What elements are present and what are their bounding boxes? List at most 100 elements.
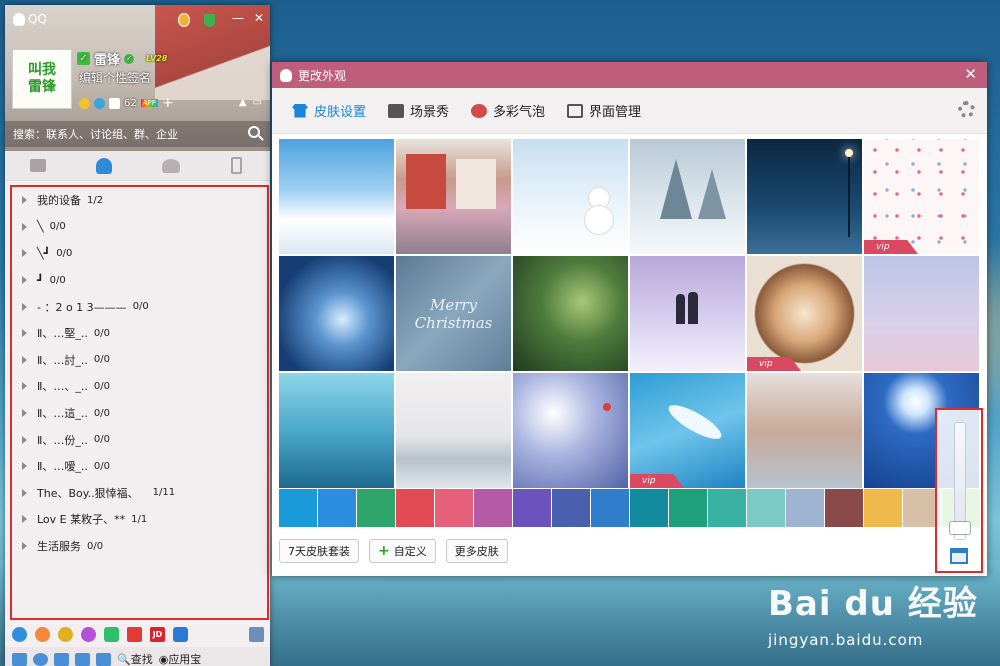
color-swatch[interactable] — [630, 489, 668, 527]
gear-icon[interactable] — [958, 101, 975, 118]
file-icon[interactable] — [75, 652, 90, 666]
medal-icon[interactable] — [178, 13, 190, 27]
friend-group[interactable]: 生活服务 0/0 — [12, 533, 267, 560]
star-icon[interactable] — [79, 97, 90, 109]
watermark-brand: Bai du 经验 — [768, 584, 978, 624]
skin-coffee-latte[interactable]: vip — [747, 256, 862, 371]
slider-handle[interactable] — [949, 521, 971, 536]
skin-blue-branches[interactable] — [279, 373, 394, 488]
tab-scene-show[interactable]: 场景秀 — [388, 101, 449, 120]
color-swatch[interactable] — [708, 489, 746, 527]
mail-icon[interactable] — [109, 97, 120, 109]
search-input[interactable]: 搜索：联系人、讨论组、群、企业 — [13, 126, 178, 142]
skin-ice-snowflake[interactable] — [279, 256, 394, 371]
color-swatch[interactable] — [786, 489, 824, 527]
skin-icon[interactable]: ▲ — [239, 97, 247, 108]
main-menu-icon[interactable] — [12, 652, 27, 666]
color-swatch[interactable] — [279, 489, 317, 527]
color-swatch[interactable] — [318, 489, 356, 527]
color-swatch[interactable] — [825, 489, 863, 527]
friend-group[interactable]: Ⅱ、…堅_.. 0/0 — [12, 320, 267, 347]
friend-group[interactable]: Ⅱ、…嗳_.. 0/0 — [12, 453, 267, 480]
friend-group[interactable]: The、Boy..狠悻福、 1/11 — [12, 480, 267, 507]
skin-snowy-trees[interactable] — [630, 139, 745, 254]
friend-group[interactable]: ╲┛ 0/0 — [12, 240, 267, 267]
tab-interface-management[interactable]: 界面管理 — [567, 101, 641, 120]
friend-group[interactable]: ┛ 0/0 — [12, 267, 267, 294]
sound-icon[interactable] — [54, 652, 69, 666]
friend-group[interactable]: Lov E 某敉子、** 1/1 — [12, 506, 267, 533]
dialog-titlebar: 更改外观 ✕ — [272, 62, 987, 88]
skin-white-feather[interactable]: vip — [630, 373, 745, 488]
nickname[interactable]: ✓ 雷锋 ✓ LV28 — [77, 49, 167, 68]
avatar[interactable]: 叫我 雷锋 — [12, 49, 72, 109]
color-swatch[interactable] — [747, 489, 785, 527]
friend-group[interactable]: Ⅱ、…、_.. 0/0 — [12, 373, 267, 400]
settings-icon[interactable] — [33, 652, 48, 666]
search-bar[interactable]: 搜索：联系人、讨论组、群、企业 — [5, 121, 270, 147]
close-icon[interactable]: ✕ — [254, 11, 264, 25]
tab-groups[interactable] — [138, 151, 204, 180]
friend-group[interactable]: Ⅱ、…討_.. 0/0 — [12, 347, 267, 374]
tab-phone[interactable] — [204, 151, 270, 180]
qzone-icon[interactable] — [94, 97, 105, 109]
tab-bubbles[interactable]: 多彩气泡 — [471, 101, 545, 120]
customize-button[interactable]: + 自定义 — [369, 539, 436, 563]
color-swatch[interactable] — [396, 489, 434, 527]
skin-snowy-street[interactable] — [396, 139, 511, 254]
shield-icon[interactable] — [204, 14, 215, 27]
weather-icon[interactable]: ▭ — [253, 97, 262, 108]
app-grid-icon[interactable] — [249, 626, 264, 642]
color-swatch[interactable] — [669, 489, 707, 527]
skin-frost-trees[interactable] — [864, 256, 979, 371]
color-swatch[interactable] — [552, 489, 590, 527]
friend-group[interactable]: Ⅱ、…份_.. 0/0 — [12, 426, 267, 453]
skin-snow-bridge[interactable] — [747, 373, 862, 488]
skin-snowman[interactable] — [513, 139, 628, 254]
color-swatch[interactable] — [435, 489, 473, 527]
friend-group[interactable]: 我的设备 1/2 — [12, 187, 267, 214]
avatar-app-icon[interactable] — [35, 626, 50, 642]
minimize-icon[interactable]: — — [232, 11, 244, 25]
friend-group[interactable]: - ：2 o 1 3——— 0/0 — [12, 293, 267, 320]
find-button[interactable]: 🔍查找 — [117, 651, 153, 666]
color-swatch[interactable] — [357, 489, 395, 527]
color-swatch[interactable] — [474, 489, 512, 527]
game-icon[interactable] — [58, 626, 73, 642]
app-icon[interactable]: APP — [140, 99, 158, 107]
level-badge[interactable]: LV28 — [146, 54, 167, 63]
skin-bird-on-branch[interactable] — [513, 373, 628, 488]
stock-icon[interactable] — [127, 626, 142, 642]
friend-group[interactable]: ╲ 0/0 — [12, 214, 267, 241]
more-skins-button[interactable]: 更多皮肤 — [445, 539, 508, 563]
security-icon[interactable] — [173, 626, 188, 642]
color-swatch[interactable] — [513, 489, 551, 527]
jd-icon[interactable]: JD — [150, 626, 165, 642]
search-icon[interactable] — [248, 126, 260, 138]
app-center-button[interactable]: ◉应用宝 — [159, 651, 202, 666]
video-icon[interactable] — [104, 626, 119, 642]
tab-contacts[interactable] — [71, 151, 137, 180]
favorites-icon[interactable] — [96, 652, 111, 666]
skin-night-lamp[interactable] — [747, 139, 862, 254]
tab-messages[interactable] — [5, 151, 71, 180]
add-icon[interactable]: + — [162, 95, 174, 111]
skin-bundle-button[interactable]: 7天皮肤套装 — [279, 539, 359, 563]
tab-skin-settings[interactable]: 皮肤设置 — [292, 101, 366, 120]
online-status-icon[interactable]: ✓ — [77, 52, 90, 65]
window-mode-icon[interactable] — [950, 548, 968, 564]
skin-snow-lake[interactable] — [396, 373, 511, 488]
skin-snowflake-pattern[interactable]: vip — [864, 139, 979, 254]
transparency-panel — [935, 408, 983, 573]
skin-pine-branch[interactable] — [513, 256, 628, 371]
skin-couple-in-snow[interactable] — [630, 256, 745, 371]
flower-icon[interactable] — [81, 626, 96, 642]
qq-browser-icon[interactable] — [12, 626, 27, 642]
skin-sky-clouds[interactable] — [279, 139, 394, 254]
color-swatch[interactable] — [864, 489, 902, 527]
skin-merry-christmas[interactable]: Merry Christmas — [396, 256, 511, 371]
signature[interactable]: 编辑个性签名 — [79, 69, 151, 86]
friend-group[interactable]: Ⅱ、…這_.. 0/0 — [12, 400, 267, 427]
color-swatch[interactable] — [591, 489, 629, 527]
close-icon[interactable]: ✕ — [964, 65, 977, 83]
